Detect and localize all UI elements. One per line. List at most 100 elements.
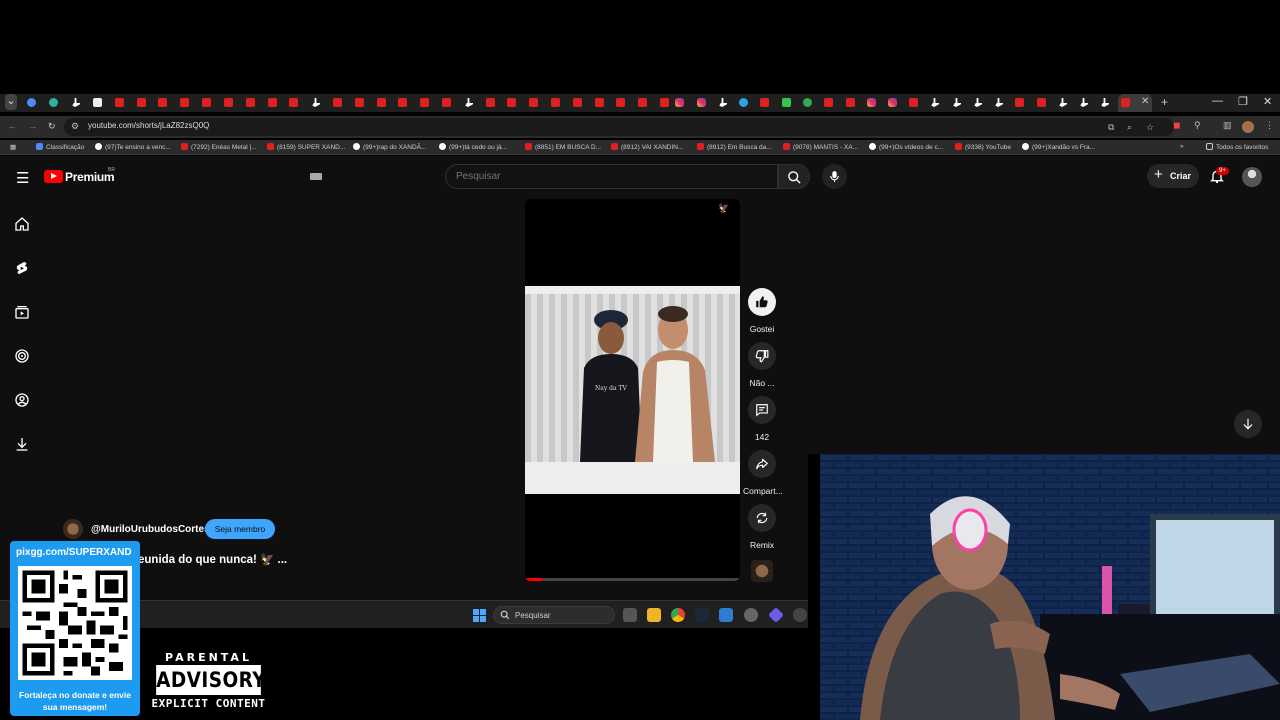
tab[interactable] (115, 98, 124, 107)
more-bookmarks-icon[interactable]: » (1180, 143, 1184, 150)
tab[interactable] (72, 98, 80, 107)
bookmark-item[interactable]: (97)Te ensino a venc... (95, 143, 171, 151)
tab[interactable] (824, 98, 833, 107)
steam-icon[interactable] (695, 608, 709, 622)
tab[interactable] (465, 98, 473, 107)
bookmark-item[interactable]: (9078) MANTIS - XA... (783, 143, 858, 151)
app-icon[interactable] (768, 607, 784, 623)
tab[interactable] (931, 98, 939, 107)
bookmark-item[interactable]: (99+)Xandão vs Fra... (1022, 143, 1095, 151)
tab[interactable] (867, 98, 876, 107)
tab[interactable] (660, 98, 669, 107)
channel-avatar[interactable] (63, 519, 83, 539)
channel-name[interactable]: @MuriloUrubudosCortes (91, 524, 210, 535)
settings-gear-icon[interactable] (744, 608, 758, 622)
tab[interactable] (953, 98, 961, 107)
hamburger-menu-icon[interactable]: ☰ (16, 169, 29, 187)
file-explorer-icon[interactable] (647, 608, 661, 622)
share-button[interactable] (748, 450, 776, 478)
chrome-icon[interactable] (671, 608, 685, 622)
create-button[interactable]: + Criar (1147, 164, 1199, 188)
tab[interactable] (289, 98, 298, 107)
tab-close-icon[interactable]: ✕ (1141, 96, 1149, 107)
zoom-icon[interactable]: ⌕ (1127, 122, 1132, 133)
tab[interactable] (27, 98, 36, 107)
extension-icon[interactable]: ◼ (1173, 120, 1180, 131)
bookmark-item[interactable]: (8912) VAI XANDIN... (611, 143, 683, 151)
bookmark-star-icon[interactable]: ☆ (1146, 122, 1154, 133)
tab[interactable] (268, 98, 277, 107)
tab[interactable] (1015, 98, 1024, 107)
tab[interactable] (739, 98, 748, 107)
downloads-icon[interactable] (14, 436, 30, 452)
tab[interactable] (1101, 98, 1109, 107)
tab[interactable] (224, 98, 233, 107)
forward-icon[interactable]: → (28, 121, 37, 131)
tab[interactable] (420, 98, 429, 107)
you-profile-icon[interactable] (14, 392, 30, 408)
comments-button[interactable] (748, 396, 776, 424)
like-button[interactable] (748, 288, 776, 316)
app-icon[interactable] (719, 608, 733, 622)
tab[interactable] (888, 98, 897, 107)
tab[interactable] (137, 98, 146, 107)
install-app-icon[interactable]: ⧉ (1108, 122, 1114, 133)
browser-menu-icon[interactable]: ⋮ (1265, 120, 1274, 131)
tab[interactable] (486, 98, 495, 107)
extensions-puzzle-icon[interactable]: ⚲ (1194, 120, 1201, 131)
tab[interactable] (1080, 98, 1088, 107)
sidepanel-icon[interactable]: ▥ (1223, 120, 1232, 131)
dislike-action[interactable]: Não ... (743, 342, 781, 388)
bookmark-item[interactable]: (9338) YouTube (955, 143, 1011, 151)
tab[interactable] (507, 98, 516, 107)
bookmark-item[interactable]: Classificação (36, 143, 84, 151)
audio-thumbnail[interactable] (751, 560, 773, 582)
remix-button[interactable] (748, 504, 776, 532)
remix-action[interactable]: Remix (743, 504, 781, 550)
window-close-icon[interactable]: ✕ (1263, 95, 1272, 108)
like-action[interactable]: Gostei (743, 288, 781, 334)
video-progress-bar[interactable] (525, 578, 740, 581)
tab[interactable] (697, 98, 706, 107)
search-box[interactable] (445, 164, 778, 189)
reload-icon[interactable]: ↻ (48, 121, 56, 132)
tab[interactable] (995, 98, 1003, 107)
tab[interactable] (180, 98, 189, 107)
comments-action[interactable]: 142 (743, 396, 781, 442)
tab[interactable] (312, 98, 320, 107)
short-title[interactable]: eunida do que nunca! 🦅 ... (138, 552, 287, 566)
dislike-button[interactable] (748, 342, 776, 370)
site-info-icon[interactable]: ⚙ (71, 121, 79, 132)
tab[interactable] (595, 98, 604, 107)
share-action[interactable]: Compart... (743, 450, 783, 496)
tab[interactable] (573, 98, 582, 107)
tab[interactable] (638, 98, 647, 107)
bookmark-item[interactable]: (8159) SUPER XAND... (267, 143, 345, 151)
tab[interactable] (846, 98, 855, 107)
youtube-music-icon[interactable] (14, 348, 30, 364)
tab[interactable] (974, 98, 982, 107)
taskbar-search-box[interactable]: Pesquisar (493, 606, 615, 624)
join-member-button[interactable]: Seja membro (205, 519, 275, 539)
tab[interactable] (1037, 98, 1046, 107)
voice-search-button[interactable] (822, 164, 847, 189)
search-input[interactable] (456, 171, 736, 182)
tab[interactable] (246, 98, 255, 107)
tab-search-icon[interactable]: ⌄ (5, 94, 17, 110)
app-icon[interactable] (793, 608, 807, 622)
tab[interactable] (158, 98, 167, 107)
next-short-button[interactable] (1234, 410, 1262, 438)
tab[interactable] (616, 98, 625, 107)
tab[interactable] (909, 98, 918, 107)
bookmark-item[interactable]: (8912) Em Busca da... (697, 143, 772, 151)
windows-start-icon[interactable] (473, 609, 486, 622)
tab[interactable] (377, 98, 386, 107)
tab[interactable] (719, 98, 727, 107)
search-button[interactable] (778, 164, 810, 189)
tab[interactable] (355, 98, 364, 107)
tab[interactable] (675, 98, 684, 107)
profile-avatar[interactable] (1242, 121, 1254, 133)
tab[interactable] (202, 98, 211, 107)
tab[interactable] (803, 98, 812, 107)
apps-grid-icon[interactable]: ▦ (10, 143, 16, 151)
